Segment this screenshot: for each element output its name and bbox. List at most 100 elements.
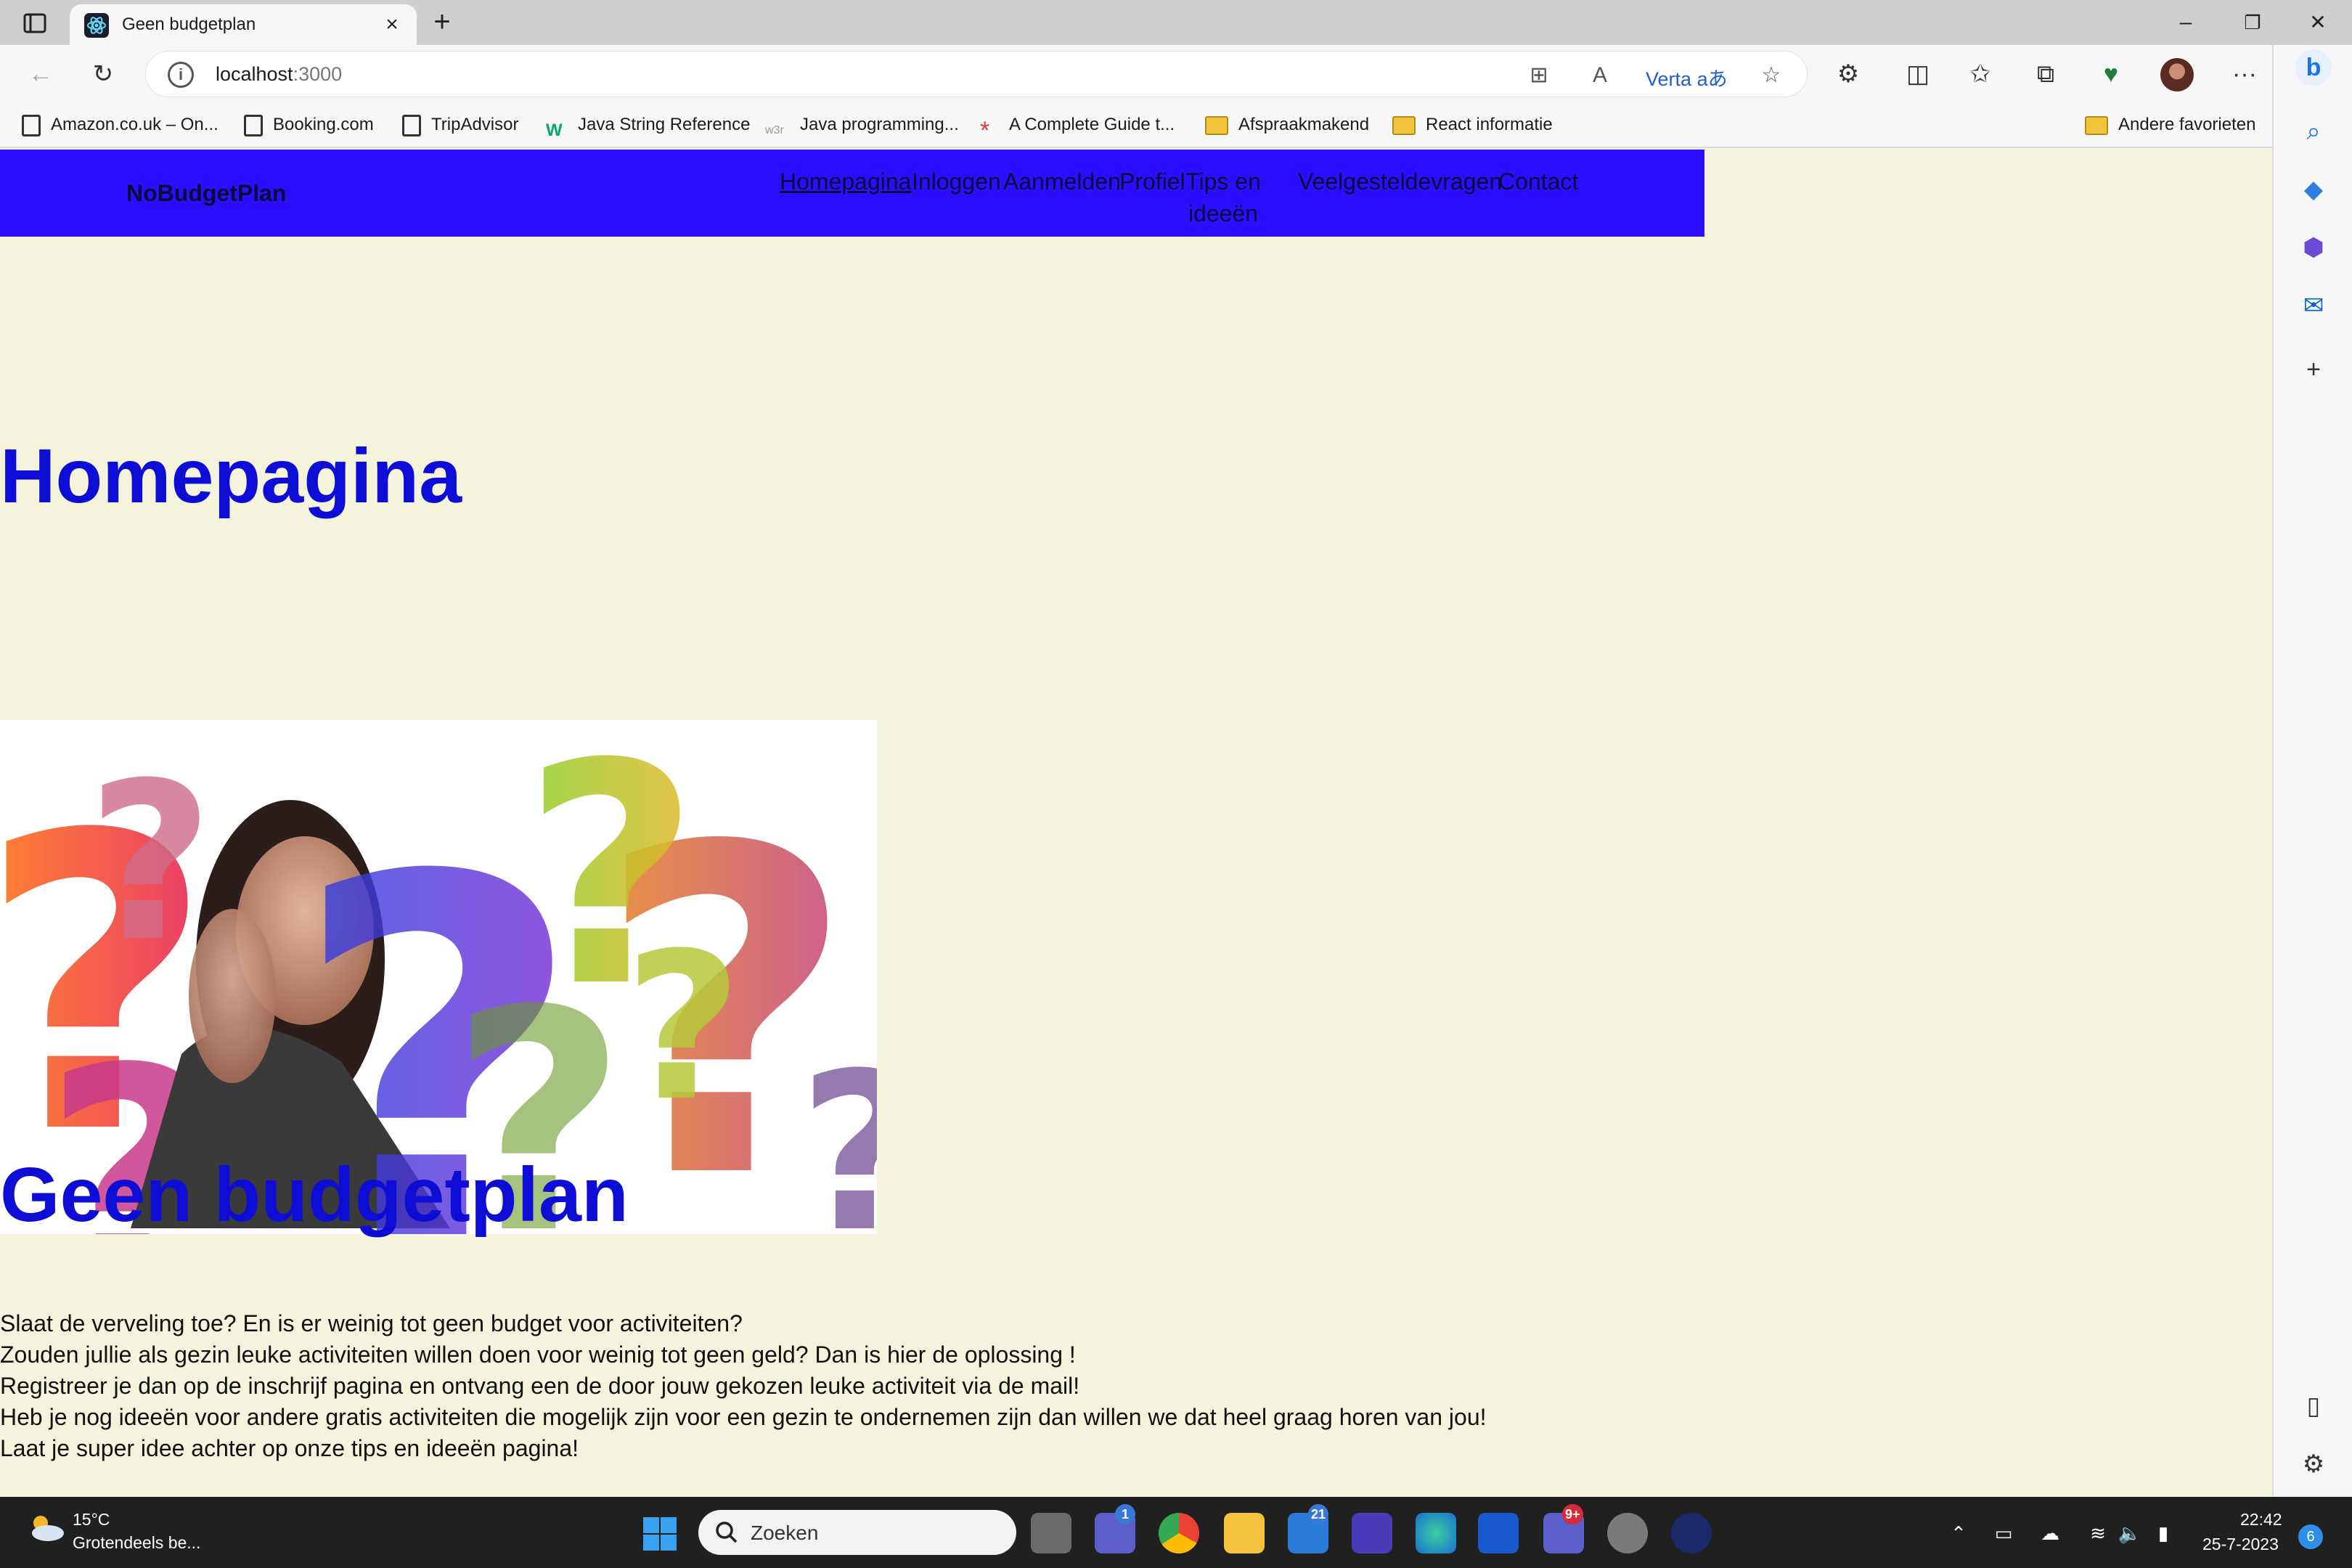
add-sidebar-app-icon[interactable]: + [2295,351,2332,388]
browser-essentials-icon[interactable]: ♥ [2095,58,2127,90]
read-aloud-icon[interactable]: A [1586,62,1614,89]
search-icon[interactable]: ⌕ [2295,113,2332,150]
back-arrow-icon[interactable]: ← [25,58,57,90]
sidebar-settings-icon[interactable]: ⚙ [2295,1446,2332,1482]
bookmark-java-programming[interactable]: w3r Java programming... [765,109,959,141]
nav-link-veelgestelde-vragen[interactable]: Veelgesteldevragen [1298,166,1502,197]
taskbar-search[interactable]: Zoeken [698,1510,1016,1555]
favorite-star-icon[interactable]: ☆ [1757,62,1785,89]
nav-link-inloggen[interactable]: Inloggen [912,166,1001,197]
restore-button[interactable]: ❐ [2227,6,2278,39]
address-bar[interactable]: i localhost:3000 ⊞ A Verta aあ ☆ [145,51,1808,97]
favorites-icon[interactable]: ✩ [1964,58,1996,90]
teamviewer-icon[interactable] [1671,1513,1712,1553]
battery-icon[interactable]: ▮ [2150,1520,2176,1546]
page-icon [244,114,263,136]
web-page: NoBudgetPlan Homepagina Inloggen Aanmeld… [0,150,2272,1496]
chevron-up-icon[interactable]: ⌃ [1945,1520,1972,1546]
shopping-tag-icon[interactable]: ◆ [2295,171,2332,208]
svg-text:?: ? [624,910,742,1146]
bookmark-amazon[interactable]: Amazon.co.uk – On... [22,109,219,141]
intro-line: Slaat de verveling toe? En is er weinig … [0,1310,743,1336]
wifi-icon[interactable]: ≋ [2085,1520,2111,1546]
info-icon[interactable]: i [168,62,194,88]
teams-chat-badge: 1 [1115,1504,1135,1524]
more-menu-icon[interactable]: ··· [2229,58,2261,90]
nav-link-aanmelden[interactable]: Aanmelden [1003,166,1121,197]
bookmark-label: Amazon.co.uk – On... [51,115,219,134]
nav-link-profiel[interactable]: Profiel [1119,166,1185,197]
bookmark-label: A Complete Guide t... [1009,115,1175,134]
tab-actions-icon[interactable] [20,9,49,38]
new-tab-button[interactable]: + [427,7,457,38]
extensions-icon[interactable]: ⚙ [1832,58,1864,90]
webstorm-icon[interactable] [1478,1513,1519,1553]
nav-link-contact[interactable]: Contact [1498,166,1578,197]
svg-text:?: ? [87,736,213,989]
profile-avatar[interactable] [2160,58,2194,91]
display-icon[interactable]: ▭ [1990,1520,2017,1546]
outlook-icon[interactable]: ✉ [2295,287,2332,324]
bookmark-label: Afspraakmakend [1238,115,1370,134]
minimize-button[interactable]: – [2160,6,2211,39]
bookmark-booking[interactable]: Booking.com [244,109,374,141]
browser-tab-active[interactable]: Geen budgetplan × [70,4,417,45]
edge-sidebar: b ⌕ ◆ ⬢ ✉ + ▯ ⚙ [2272,45,2352,1496]
hide-sidebar-icon[interactable]: ▯ [2295,1388,2332,1424]
search-icon [713,1519,740,1546]
bookmark-java-string[interactable]: W Java String Reference [546,109,750,141]
intro-line: Registreer je dan op de inschrijf pagina… [0,1373,1080,1399]
page-title-geen-budgetplan: Geen budgetplan [0,1152,629,1238]
chrome-icon[interactable] [1159,1513,1199,1553]
bookmark-label: Booking.com [273,115,374,134]
file-explorer-icon[interactable] [1224,1513,1265,1553]
settings-icon[interactable] [1607,1513,1648,1553]
page-icon [402,114,421,136]
svg-text:?: ? [799,1026,877,1234]
tab-strip: Geen budgetplan × + – ❐ ✕ [0,0,2352,45]
nav-link-homepagina[interactable]: Homepagina [780,166,911,197]
url-host: localhost [216,63,293,85]
browser-toolbar: ← ↻ i localhost:3000 ⊞ A Verta aあ ☆ ⚙ ◫ … [0,45,2272,103]
visual-studio-icon[interactable] [1352,1513,1392,1553]
office-icon[interactable]: ⬢ [2295,229,2332,266]
edge-icon[interactable] [1416,1513,1456,1553]
notification-badge[interactable]: 6 [2298,1524,2323,1549]
folder-icon [1205,115,1228,135]
close-tab-icon[interactable]: × [379,12,405,38]
w3r-icon: w3r [765,123,784,136]
close-window-button[interactable]: ✕ [2292,6,2343,39]
translate-button[interactable]: Verta aあ [1646,63,1728,91]
intro-line: Heb je nog ideeën voor andere gratis act… [0,1404,1487,1430]
weather-description[interactable]: Grotendeels be... [73,1533,200,1553]
task-view-icon[interactable] [1031,1513,1071,1553]
favorites-bar: Amazon.co.uk – On... Booking.com TripAdv… [0,103,2272,148]
weather-temperature[interactable]: 15°C [73,1510,110,1530]
clock-time[interactable]: 22:42 [2240,1510,2282,1530]
site-navbar: NoBudgetPlan Homepagina Inloggen Aanmeld… [0,150,1704,237]
windows-taskbar: 15°C Grotendeels be... Zoeken 1 21 9+ ⌃ … [0,1497,2352,1568]
app-available-icon[interactable]: ⊞ [1525,62,1553,89]
volume-icon[interactable]: 🔈 [2117,1520,2143,1546]
bing-copilot-icon[interactable]: b [2295,49,2332,86]
translate-label: Verta [1646,68,1692,90]
clock-date[interactable]: 25-7-2023 [2202,1535,2279,1554]
bookmark-complete-guide[interactable]: * A Complete Guide t... [980,109,1175,144]
mail-badge: 21 [1308,1504,1329,1524]
search-placeholder: Zoeken [751,1522,819,1544]
bookmark-tripadvisor[interactable]: TripAdvisor [402,109,518,141]
bookmark-folder-other[interactable]: Andere favorieten [2085,109,2255,141]
onedrive-icon[interactable]: ☁ [2037,1520,2063,1546]
bookmark-folder-afspraakmakend[interactable]: Afspraakmakend [1205,109,1369,141]
url-text[interactable]: localhost:3000 [216,63,342,86]
bookmark-label: Java String Reference [578,115,751,134]
nav-link-tips[interactable]: Tips en ideeën [1183,166,1263,229]
split-screen-icon[interactable]: ◫ [1902,58,1934,90]
windows-start-icon[interactable] [642,1516,678,1552]
bookmark-folder-react[interactable]: React informatie [1392,109,1553,141]
site-brand[interactable]: NoBudgetPlan [126,180,286,207]
collections-icon[interactable]: ⧉ [2030,58,2062,90]
translate-icon: aあ [1696,68,1728,90]
refresh-icon[interactable]: ↻ [87,58,119,90]
weather-cloud-icon[interactable] [26,1513,65,1542]
